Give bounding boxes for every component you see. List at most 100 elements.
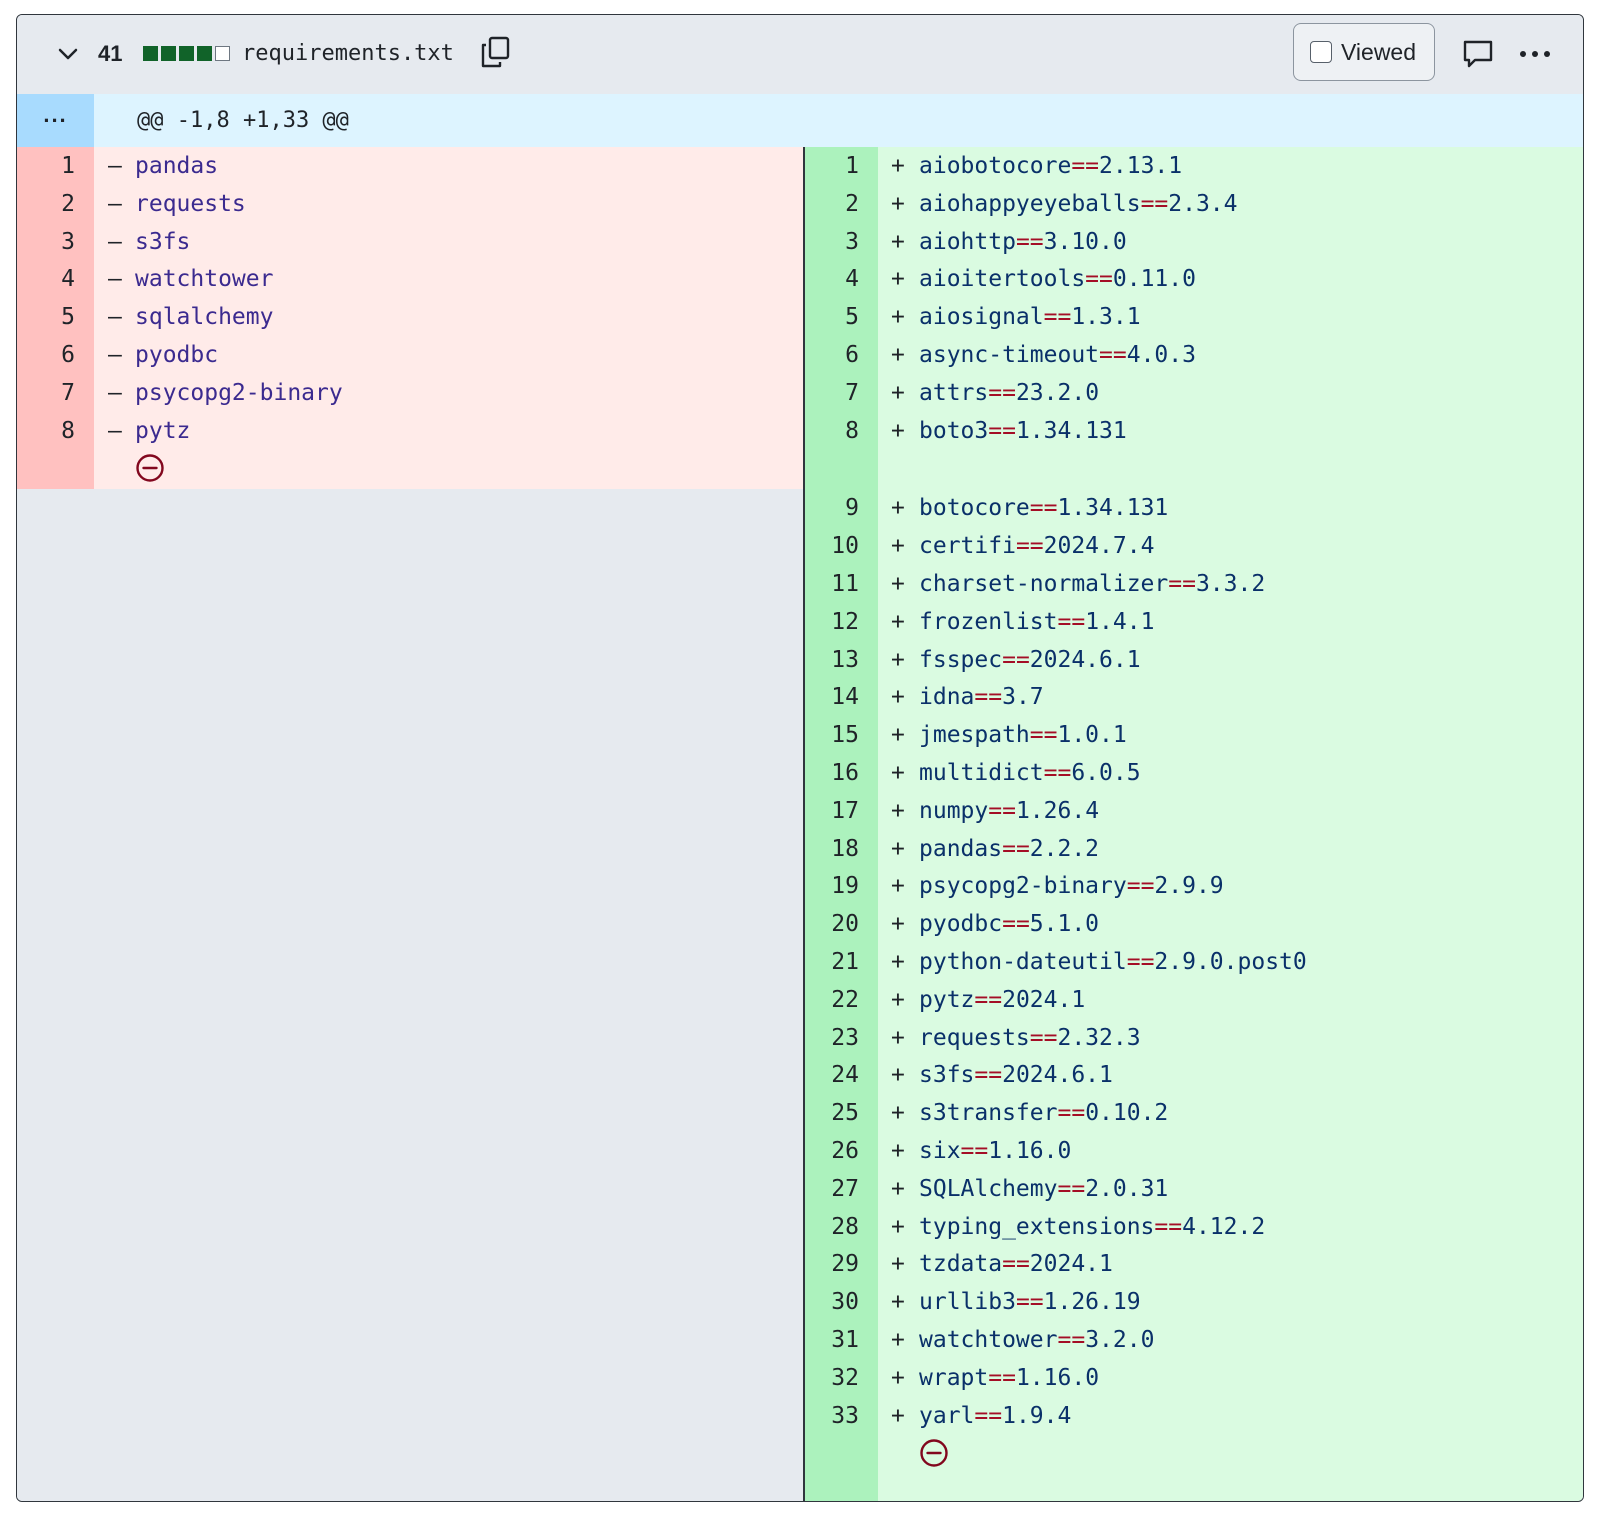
line-number[interactable]: 5 [805,298,859,336]
version-operator: == [1168,571,1196,597]
package-name: idna [919,684,975,711]
expand-hunk-button[interactable]: ... [17,94,94,147]
deleted-line: 2 – requests [17,185,803,223]
line-number[interactable]: 4 [805,260,859,298]
deleted-line: 5 – sqlalchemy [17,298,803,336]
line-text: pyodbc [135,342,219,368]
chevron-down-icon[interactable] [57,43,79,65]
line-text: typing_extensions==4.12.2 [919,1208,1265,1246]
added-line: 7 + attrs==23.2.0 [805,374,1583,412]
line-number[interactable]: 14 [805,678,859,716]
line-number[interactable]: 1 [805,147,859,185]
added-sign: + [891,760,905,786]
added-line: 13 + fsspec==2024.6.1 [805,641,1583,679]
diffstat-block-neutral [215,46,230,61]
line-text: psycopg2-binary==2.9.9 [919,867,1224,905]
added-sign: + [891,1289,905,1316]
package-version: 2024.1 [1029,1251,1113,1278]
line-number[interactable]: 23 [805,1019,859,1057]
line-number[interactable]: 33 [805,1397,859,1435]
line-number[interactable]: 30 [805,1283,859,1321]
line-number[interactable]: 5 [17,298,75,336]
package-version: 23.2.0 [1015,379,1100,406]
package-name: aiohappyeyeballs [919,190,1141,217]
line-number[interactable]: 8 [805,412,859,450]
package-version: 2.3.4 [1168,190,1238,217]
line-number[interactable]: 31 [805,1321,859,1359]
line-number[interactable]: 6 [17,336,75,374]
line-number[interactable]: 28 [805,1208,859,1246]
line-number[interactable]: 17 [805,792,859,830]
comment-icon[interactable] [1461,37,1495,71]
added-line: 8 + boto3==1.34.131 [805,412,1583,450]
line-text: charset-normalizer==3.3.2 [919,565,1265,603]
deleted-line: 1 – pandas [17,147,803,185]
package-name: botocore [919,495,1030,522]
viewed-toggle-button[interactable]: Viewed [1293,23,1435,81]
line-number[interactable]: 20 [805,905,859,943]
version-operator: == [1057,1327,1086,1353]
added-sign: + [891,1213,905,1240]
package-name: yarl [919,1402,975,1429]
line-number[interactable]: 2 [17,185,75,223]
package-version: 6.0.5 [1071,760,1141,786]
line-number[interactable]: 21 [805,943,859,981]
line-number[interactable]: 32 [805,1359,859,1397]
line-number[interactable]: 6 [805,336,859,374]
added-sign: + [891,1402,905,1429]
version-operator: == [988,417,1016,444]
file-name[interactable]: requirements.txt [242,39,454,69]
package-version: 2.13.1 [1099,153,1183,179]
deleted-line: 7 – psycopg2-binary [17,374,803,412]
line-number[interactable]: 26 [805,1132,859,1170]
viewed-checkbox[interactable] [1310,41,1332,63]
version-operator: == [1099,342,1127,368]
line-text: aiobotocore==2.13.1 [919,147,1182,185]
added-line: 25 + s3transfer==0.10.2 [805,1094,1583,1132]
package-name: psycopg2-binary [919,873,1127,900]
line-number[interactable]: 19 [805,867,859,905]
version-operator: == [1126,949,1155,975]
line-number[interactable]: 25 [805,1094,859,1132]
package-name: aiobotocore [919,153,1072,179]
version-operator: == [1015,228,1044,255]
line-text: jmespath==1.0.1 [919,716,1127,754]
line-number[interactable]: 27 [805,1170,859,1208]
line-number[interactable]: 8 [17,412,75,450]
version-operator: == [1015,1289,1044,1316]
copy-icon[interactable] [479,35,511,69]
line-number[interactable]: 24 [805,1056,859,1094]
deleted-sign: – [108,228,122,255]
added-sign: + [891,228,905,255]
line-number[interactable]: 3 [17,223,75,261]
line-number[interactable]: 2 [805,185,859,223]
line-number[interactable]: 7 [805,374,859,412]
line-text: aioitertools==0.11.0 [919,260,1196,298]
line-number[interactable]: 29 [805,1245,859,1283]
line-number[interactable]: 4 [17,260,75,298]
package-name: frozenlist [919,608,1058,635]
line-number[interactable]: 16 [805,754,859,792]
line-number[interactable]: 22 [805,981,859,1019]
added-sign: + [891,722,905,749]
line-number[interactable]: 9 [805,489,859,527]
line-number[interactable]: 18 [805,830,859,868]
kebab-horizontal-icon[interactable] [1517,39,1553,69]
line-number[interactable]: 11 [805,565,859,603]
package-version: 0.10.2 [1085,1100,1169,1127]
line-number[interactable]: 13 [805,641,859,679]
package-name: certifi [919,533,1016,560]
line-number[interactable]: 15 [805,716,859,754]
deleted-line: 4 – watchtower [17,260,803,298]
line-number[interactable]: 3 [805,223,859,261]
added-sign: + [891,495,905,522]
line-number[interactable]: 7 [17,374,75,412]
line-number[interactable]: 10 [805,527,859,565]
added-sign: + [891,646,905,673]
package-name: pytz [919,986,975,1013]
line-text: aiosignal==1.3.1 [919,298,1141,336]
version-operator: == [1140,190,1169,217]
line-number[interactable]: 12 [805,603,859,641]
line-text: yarl==1.9.4 [919,1397,1071,1435]
line-number[interactable]: 1 [17,147,75,185]
